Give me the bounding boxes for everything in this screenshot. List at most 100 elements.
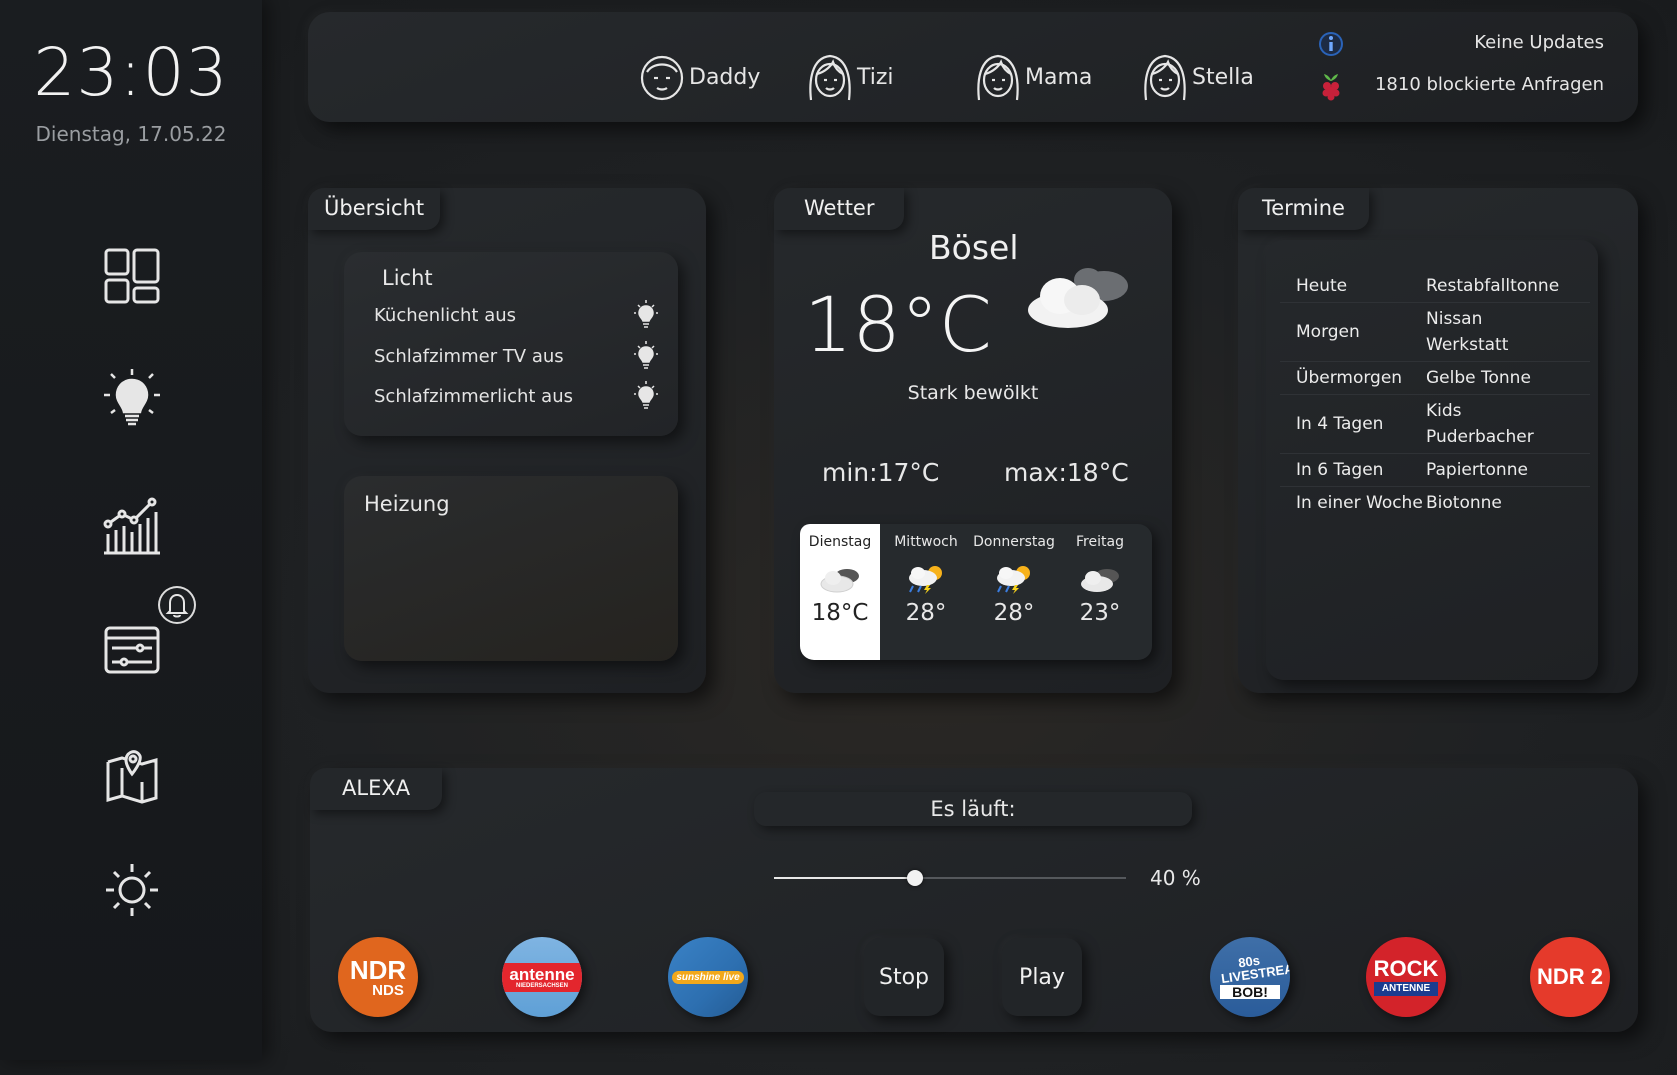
user-daddy[interactable]: Daddy — [639, 52, 760, 102]
bell-icon[interactable] — [158, 586, 196, 624]
alexa-title: ALEXA — [310, 768, 443, 810]
weather-city: Bösel — [929, 228, 1019, 267]
appointment-when: Morgen — [1296, 322, 1360, 342]
face-long-hair-icon — [977, 54, 1019, 101]
controls-icon[interactable] — [102, 618, 162, 678]
chart-icon[interactable] — [102, 496, 162, 556]
station-rock-antenne[interactable]: ROCK ANTENNE — [1366, 937, 1446, 1017]
station-80s-livestream[interactable]: 80s LIVESTREAM BOB! — [1210, 937, 1290, 1017]
table-row: Übermorgen Gelbe Tonne — [1280, 362, 1590, 395]
forecast-day[interactable]: Dienstag 18°C — [800, 524, 880, 660]
heating-title: Heizung — [364, 492, 450, 516]
table-row: In 4 Tagen Kids Puderbacher — [1280, 395, 1590, 454]
appointment-when: Heute — [1296, 276, 1348, 296]
cloudy-icon — [1028, 268, 1128, 328]
forecast-day-name: Dienstag — [808, 534, 872, 550]
appointments-table: Heute Restabfalltonne Morgen Nissan Werkst… — [1280, 270, 1590, 519]
appointment-when: In einer Woche — [1296, 493, 1423, 513]
light-item-label: Schlafzimmer TV aus — [374, 345, 564, 367]
face-icon — [640, 55, 684, 101]
blocked-requests: 1810 blockierte Anfragen — [1374, 74, 1604, 95]
volume-value: 40 % — [1150, 866, 1201, 890]
lightbulb-icon — [634, 381, 658, 409]
overview-card: Übersicht Licht Küchenlicht aus Schlafzi… — [308, 188, 706, 693]
lightbulb-icon — [634, 300, 658, 328]
appointment-when: Übermorgen — [1296, 368, 1403, 388]
map-icon[interactable] — [102, 746, 162, 806]
light-item-bedroom-tv[interactable]: Schlafzimmer TV aus — [374, 341, 658, 371]
station-logo-sub: BOB! — [1220, 985, 1280, 999]
table-row: Morgen Nissan Werkstatt — [1280, 303, 1590, 362]
station-logo-text: antenne — [509, 964, 575, 984]
volume-fill — [774, 877, 915, 879]
weather-min: min:17°C — [822, 458, 940, 487]
user-bar: Daddy Tizi Mama Stella Keine Updates 181… — [308, 12, 1638, 122]
forecast-day-name: Freitag — [1076, 534, 1124, 550]
stop-button[interactable]: Stop — [864, 938, 944, 1016]
dashboard-icon[interactable] — [102, 246, 162, 306]
station-logo-text: ROCK — [1373, 956, 1439, 981]
appointment-what: Biotonne — [1426, 493, 1502, 513]
appointment-what: Restabfalltonne — [1426, 276, 1560, 296]
user-name: Daddy — [689, 64, 761, 90]
cloudy-icon — [1081, 569, 1119, 592]
station-logo-text: NDR 2 — [1536, 964, 1603, 989]
user-stella[interactable]: Stella — [1142, 52, 1254, 102]
user-name: Stella — [1192, 64, 1254, 90]
play-button[interactable]: Play — [1002, 938, 1082, 1016]
forecast-day-name: Mittwoch — [894, 534, 958, 550]
info-icon[interactable] — [1318, 31, 1344, 57]
station-ndr-nds[interactable]: NDR NDS — [338, 937, 418, 1017]
user-mama[interactable]: Mama — [975, 52, 1092, 102]
station-logo-text: sunshine live — [672, 970, 744, 984]
light-item-label: Schlafzimmerlicht aus — [374, 385, 573, 407]
raspberry-icon — [1322, 74, 1340, 101]
light-panel: Licht Küchenlicht aus Schlafzimmer TV au… — [344, 252, 678, 436]
station-ndr2[interactable]: NDR 2 — [1530, 937, 1610, 1017]
forecast-temp: 28° — [993, 600, 1035, 626]
forecast-day[interactable]: Donnerstag 28° — [972, 524, 1056, 660]
sidebar: 23:03 Dienstag, 17.05.22 — [0, 0, 262, 1060]
face-long-hair-icon — [809, 54, 851, 101]
station-logo-sub: NDS — [372, 981, 404, 999]
sun-icon[interactable] — [102, 860, 162, 920]
station-antenne-niedersachsen[interactable]: antenne NIEDERSACHSEN — [502, 937, 582, 1017]
appointments-title: Termine — [1238, 188, 1369, 230]
weather-max: max:18°C — [1004, 458, 1129, 487]
appointment-what: Papiertonne — [1426, 460, 1528, 480]
forecast-day[interactable]: Mittwoch 28° — [884, 524, 968, 660]
weather-forecast: Dienstag 18°C Mittwoch 28° Donnerstag 28… — [800, 524, 1152, 660]
user-name: Mama — [1025, 64, 1093, 90]
light-item-bedroom[interactable]: Schlafzimmerlicht aus — [374, 381, 658, 411]
station-logo-text: NDR — [349, 954, 407, 985]
face-long-hair-icon — [1144, 54, 1186, 101]
date: Dienstag, 17.05.22 — [35, 122, 227, 146]
heating-panel: Heizung — [344, 476, 678, 661]
lightbulb-icon — [634, 341, 658, 369]
light-item-label: Küchenlicht aus — [374, 304, 517, 326]
appointment-what: Nissan Werkstatt — [1426, 309, 1509, 355]
forecast-temp: 18°C — [811, 600, 869, 626]
table-row: In einer Woche Biotonne — [1280, 487, 1590, 519]
forecast-day-name: Donnerstag — [973, 534, 1055, 550]
appointment-when: In 6 Tagen — [1296, 460, 1384, 480]
thunder-rain-sun-icon — [997, 566, 1030, 594]
appointment-when: In 4 Tagen — [1296, 414, 1384, 434]
forecast-day[interactable]: Freitag 23° — [1058, 524, 1142, 660]
station-logo-sub: ANTENNE — [1373, 982, 1439, 996]
cloudy-icon — [820, 569, 859, 593]
user-tizi[interactable]: Tizi — [807, 52, 894, 102]
lightbulb-icon[interactable] — [102, 368, 162, 428]
forecast-temp: 28° — [905, 600, 947, 626]
volume-slider[interactable] — [774, 868, 1126, 888]
appointment-what: Kids Puderbacher — [1426, 401, 1534, 447]
light-title: Licht — [382, 266, 433, 290]
updates-status: Keine Updates — [1474, 32, 1604, 53]
station-sunshine-live[interactable]: sunshine live — [668, 937, 748, 1017]
weather-condition: Stark bewölkt — [907, 382, 1039, 404]
light-item-kitchen[interactable]: Küchenlicht aus — [374, 300, 658, 330]
table-row: Heute Restabfalltonne — [1280, 270, 1590, 303]
volume-knob[interactable] — [906, 870, 923, 886]
weather-title: Wetter — [774, 188, 905, 230]
appointment-what: Gelbe Tonne — [1426, 368, 1531, 388]
